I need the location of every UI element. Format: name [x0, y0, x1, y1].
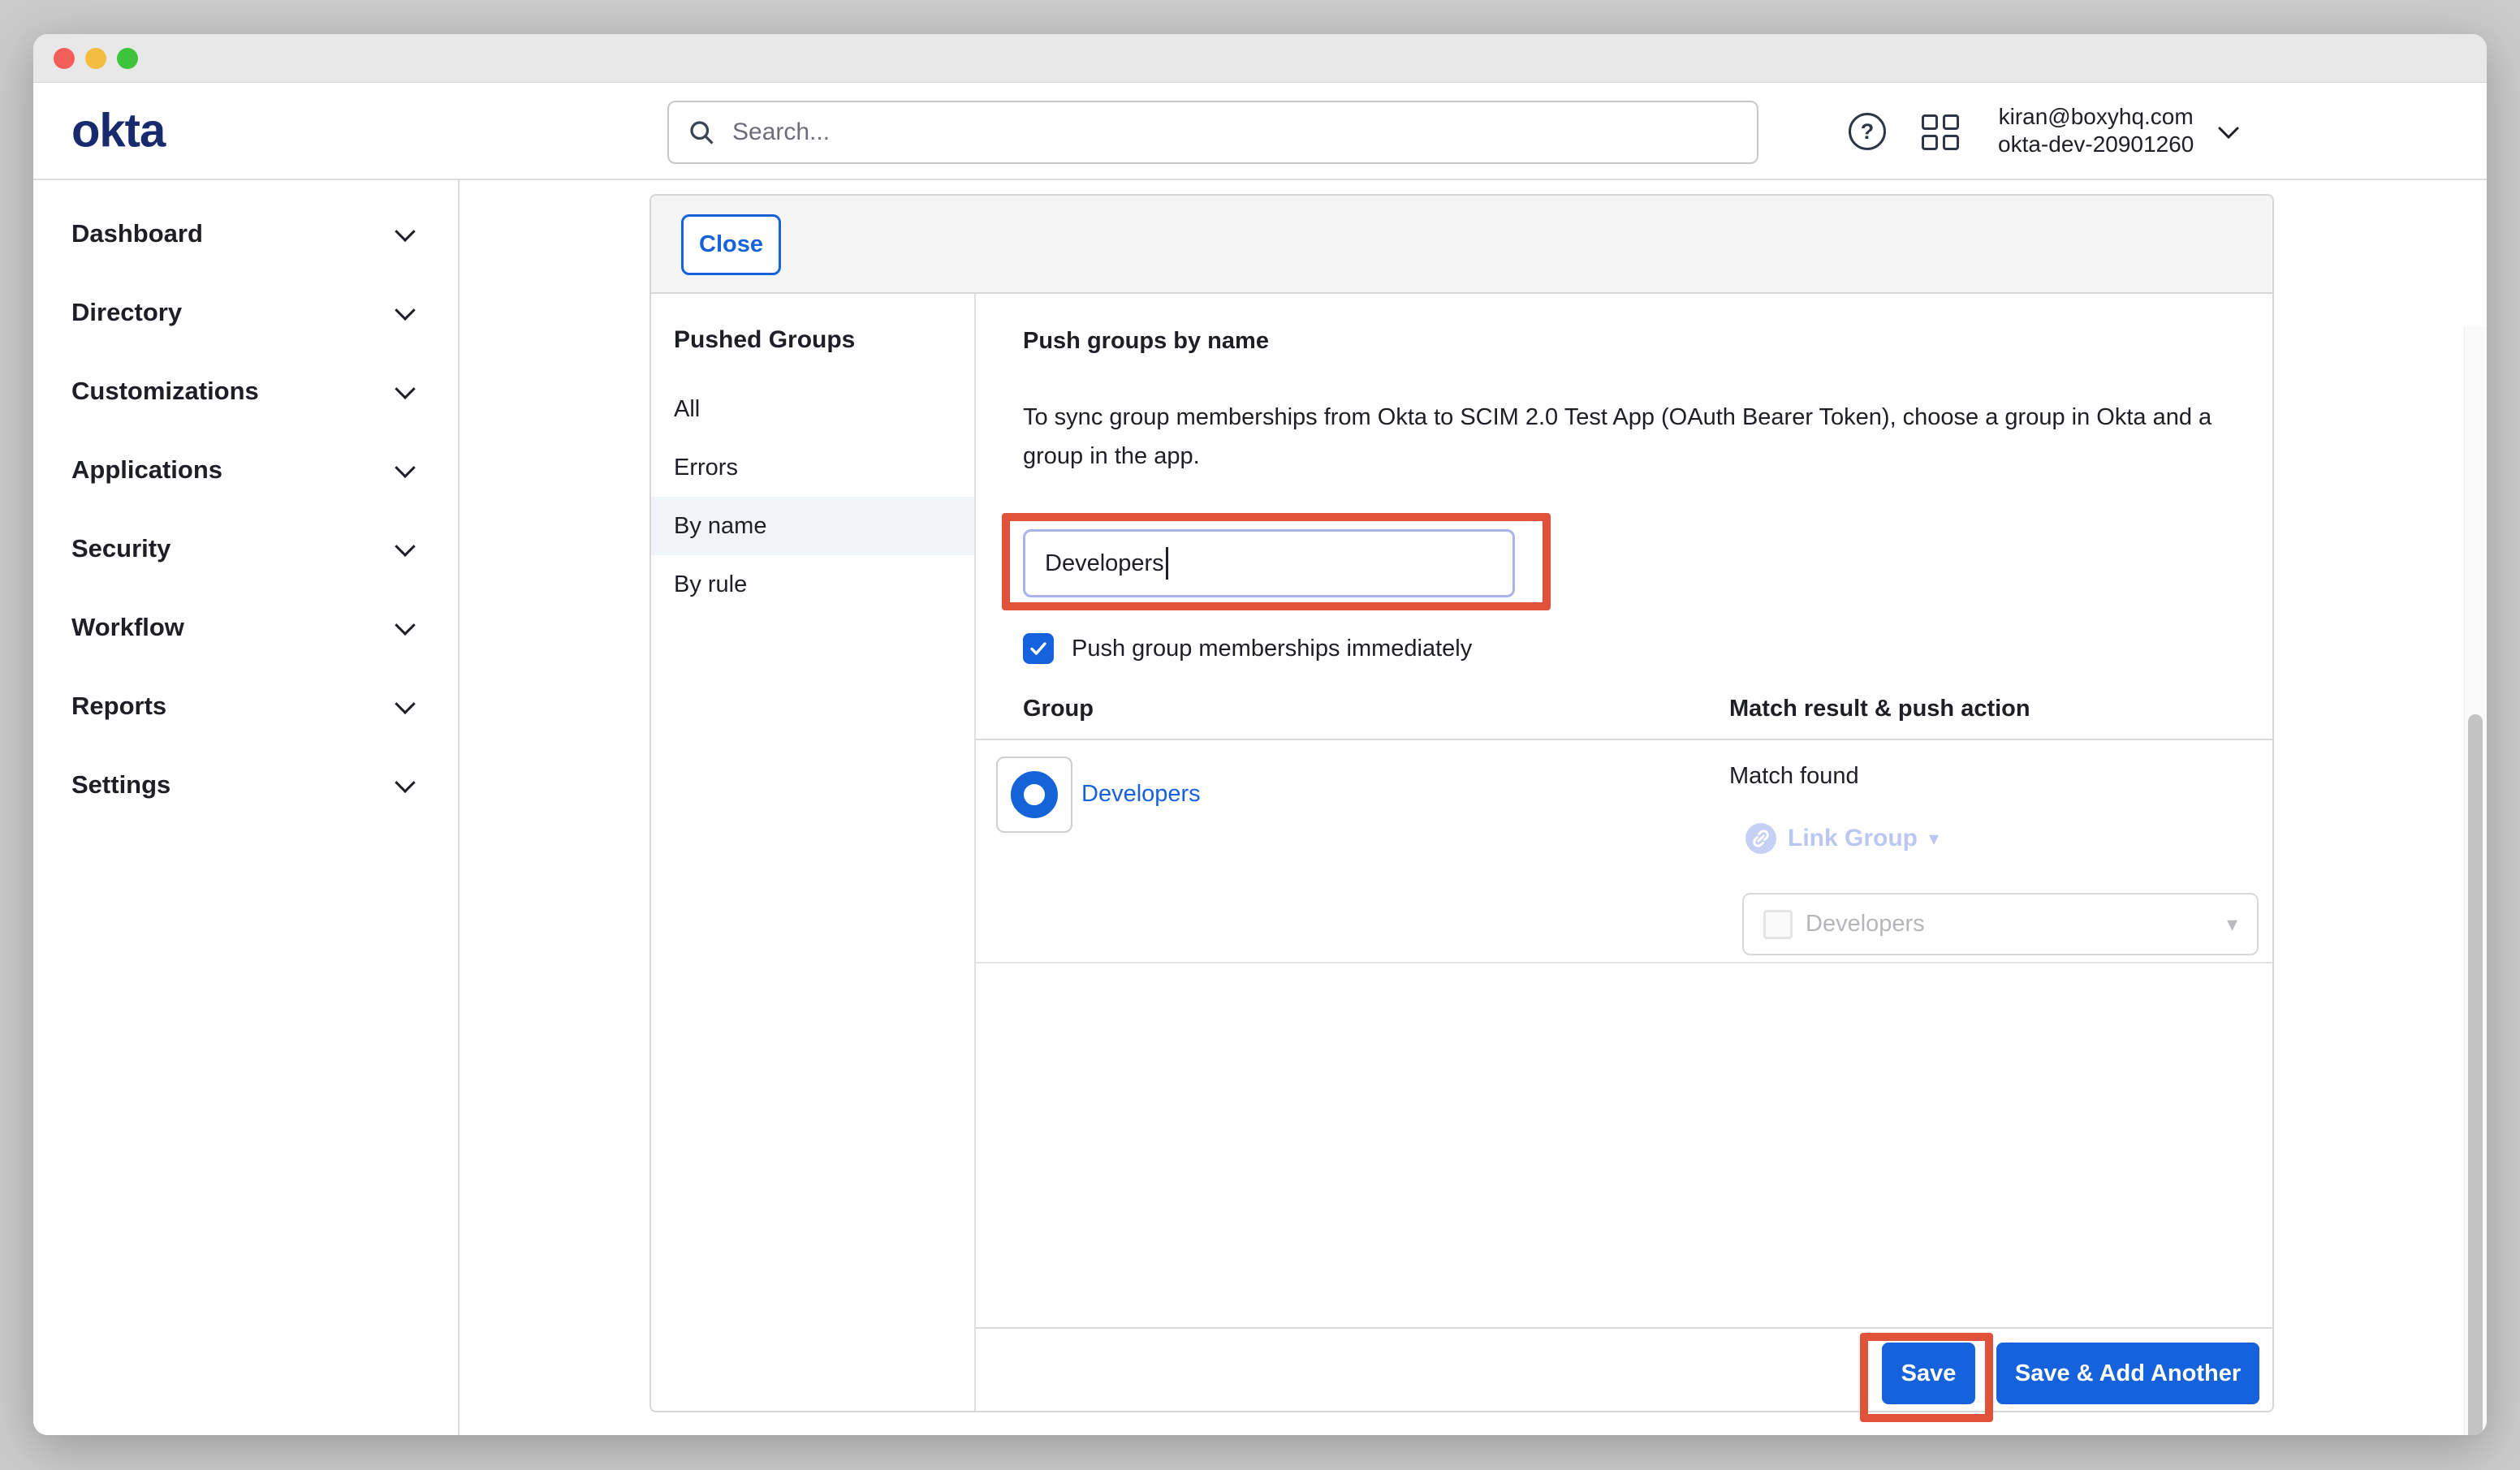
column-header-match: Match result & push action	[1729, 696, 2030, 722]
push-immediately-checkbox[interactable]	[1023, 633, 1054, 664]
sidebar: Dashboard Directory Customizations Appli…	[33, 180, 460, 1435]
push-groups-panel: Close Pushed Groups All Errors By name B…	[649, 194, 2274, 1412]
chevron-down-icon	[395, 378, 415, 399]
question-mark-icon: ?	[1861, 119, 1875, 144]
target-group-value: Developers	[1806, 911, 2227, 938]
okta-logo[interactable]: okta	[71, 104, 165, 158]
nav-item-errors[interactable]: Errors	[651, 438, 974, 497]
push-immediately-label: Push group memberships immediately	[1072, 636, 1472, 662]
row-divider	[976, 962, 2272, 963]
group-name-link[interactable]: Developers	[1081, 781, 1201, 808]
account-org: okta-dev-20901260	[1998, 131, 2194, 158]
group-avatar-tile	[996, 757, 1072, 833]
grid-square-icon	[1943, 114, 1959, 130]
nav-item-by-rule[interactable]: By rule	[651, 555, 974, 614]
chevron-down-icon	[395, 772, 415, 792]
sidebar-item-customizations[interactable]: Customizations	[33, 351, 458, 430]
target-group-dropdown[interactable]: Developers ▾	[1742, 893, 2259, 955]
link-icon	[1745, 823, 1776, 854]
chevron-down-icon	[395, 536, 415, 556]
group-icon	[1011, 771, 1058, 818]
page-title: Push groups by name	[1023, 328, 1269, 355]
caret-down-icon: ▾	[2227, 912, 2237, 937]
sidebar-item-applications[interactable]: Applications	[33, 430, 458, 509]
match-status-text: Match found	[1729, 763, 1859, 790]
vertical-scrollbar-thumb[interactable]	[2468, 714, 2483, 1435]
text-cursor	[1166, 547, 1168, 580]
traffic-light-close-button[interactable]	[54, 48, 75, 69]
group-name-input[interactable]: Developers	[1023, 529, 1515, 597]
sidebar-item-reports[interactable]: Reports	[33, 666, 458, 745]
save-add-another-button[interactable]: Save & Add Another	[1996, 1343, 2259, 1404]
description-text: To sync group memberships from Okta to S…	[1023, 398, 2249, 476]
sidebar-item-settings[interactable]: Settings	[33, 745, 458, 824]
table-header: Group Match result & push action	[976, 679, 2272, 740]
group-placeholder-icon	[1763, 910, 1793, 939]
checkmark-icon	[1029, 639, 1048, 658]
column-header-group: Group	[1023, 696, 1094, 722]
chevron-down-icon	[395, 221, 415, 241]
chevron-down-icon	[2216, 125, 2241, 141]
link-group-label: Link Group	[1788, 825, 1918, 852]
pushed-groups-nav: Pushed Groups All Errors By name By rule	[651, 294, 976, 1411]
sidebar-item-directory[interactable]: Directory	[33, 273, 458, 351]
chevron-down-icon	[395, 300, 415, 320]
chevron-down-icon	[395, 457, 415, 477]
account-menu[interactable]: kiran@boxyhq.com okta-dev-20901260	[1998, 103, 2241, 158]
footer-divider	[976, 1327, 2272, 1329]
group-input-value: Developers	[1045, 550, 1164, 577]
search-input[interactable]	[731, 118, 1739, 147]
main-area: Dashboard Directory Customizations Appli…	[33, 180, 2487, 1435]
global-search	[667, 101, 1758, 164]
search-icon	[687, 118, 716, 147]
close-button[interactable]: Close	[681, 214, 781, 275]
window-titlebar	[33, 34, 2487, 83]
nav-item-all[interactable]: All	[651, 380, 974, 438]
apps-grid-button[interactable]	[1922, 114, 1961, 150]
vertical-scrollbar-track[interactable]	[2464, 326, 2487, 1435]
account-email: kiran@boxyhq.com	[1998, 103, 2194, 131]
pushed-groups-title: Pushed Groups	[651, 294, 974, 354]
app-window: okta ? kiran@boxyhq.com okta-dev-2090126…	[33, 34, 2487, 1435]
help-button[interactable]: ?	[1849, 113, 1886, 150]
panel-toolbar: Close	[651, 196, 2272, 294]
app-header: okta ? kiran@boxyhq.com okta-dev-2090126…	[33, 83, 2487, 180]
grid-square-icon	[1922, 135, 1938, 150]
sidebar-item-security[interactable]: Security	[33, 509, 458, 588]
link-group-button[interactable]: Link Group ▾	[1745, 823, 1939, 854]
nav-item-by-name[interactable]: By name	[651, 497, 974, 555]
traffic-light-minimize-button[interactable]	[85, 48, 106, 69]
caret-down-icon: ▾	[1929, 827, 1939, 851]
sidebar-item-dashboard[interactable]: Dashboard	[33, 194, 458, 273]
save-button[interactable]: Save	[1882, 1343, 1975, 1404]
push-by-name-content: Push groups by name To sync group member…	[976, 294, 2272, 1411]
chevron-down-icon	[395, 614, 415, 635]
grid-square-icon	[1943, 135, 1959, 150]
traffic-light-zoom-button[interactable]	[117, 48, 138, 69]
sidebar-item-workflow[interactable]: Workflow	[33, 588, 458, 666]
chevron-down-icon	[395, 693, 415, 713]
grid-square-icon	[1922, 114, 1938, 130]
